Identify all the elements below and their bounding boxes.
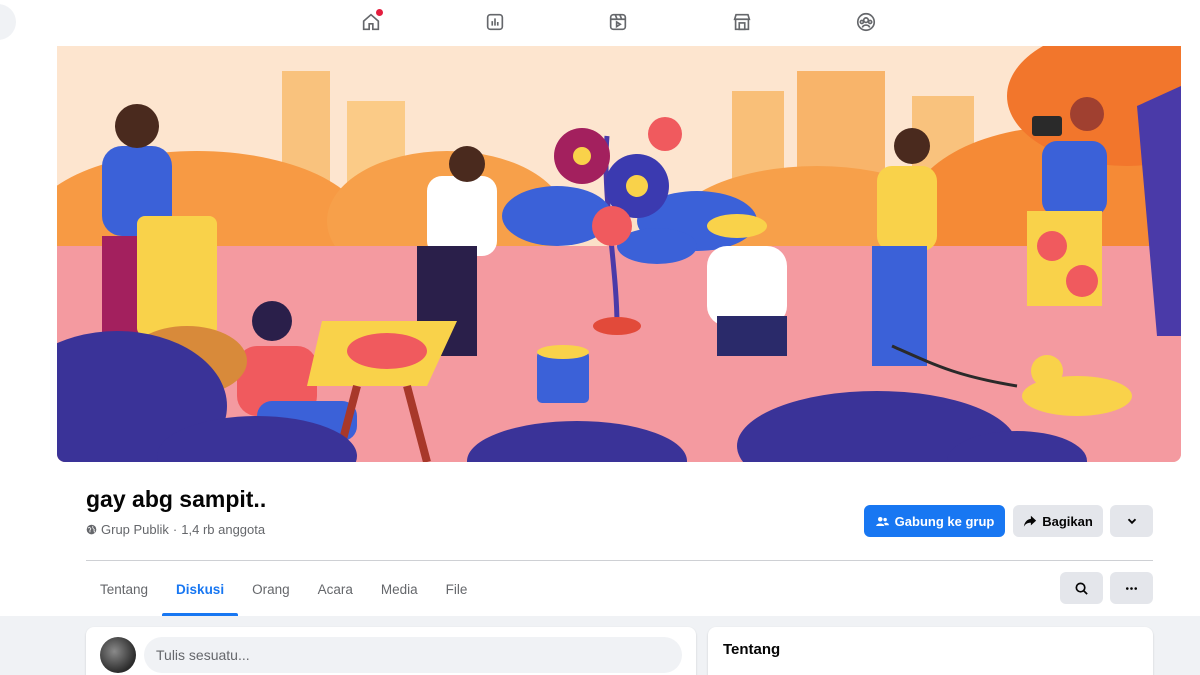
- avatar[interactable]: [100, 637, 136, 673]
- chevron-down-icon: [1127, 518, 1136, 525]
- group-meta: Grup Publik · 1,4 rb anggota: [86, 522, 265, 537]
- share-label: Bagikan: [1042, 513, 1093, 529]
- tab-file[interactable]: File: [432, 562, 482, 616]
- tab-diskusi[interactable]: Diskusi: [162, 562, 239, 616]
- groups-icon[interactable]: [852, 8, 880, 36]
- search-icon: [1075, 582, 1088, 595]
- share-button[interactable]: Bagikan: [1013, 505, 1103, 537]
- more-actions-button[interactable]: [1110, 572, 1153, 604]
- tab-acara[interactable]: Acara: [304, 562, 367, 616]
- group-name: gay abg sampit..: [86, 486, 267, 512]
- tab-media[interactable]: Media: [367, 562, 432, 616]
- home-icon[interactable]: [357, 8, 385, 36]
- group-tabs: Tentang Diskusi Orang Acara Media File: [86, 562, 481, 616]
- about-title: Tentang: [723, 641, 781, 658]
- member-count: 1,4 rb anggota: [181, 522, 266, 537]
- group-header: gay abg sampit.. Grup Publik · 1,4 rb an…: [0, 46, 1200, 616]
- top-navigation-bar: [0, 0, 1200, 46]
- cover-photo: [57, 46, 1181, 462]
- header-divider: [86, 560, 1153, 561]
- group-search-button[interactable]: [1060, 572, 1103, 604]
- about-card: Tentang: [708, 627, 1153, 675]
- globe-icon: [86, 524, 97, 535]
- post-composer: Tulis sesuatu...: [86, 627, 696, 675]
- join-group-button[interactable]: Gabung ke grup: [864, 505, 1005, 537]
- meta-separator: ·: [172, 522, 178, 537]
- add-people-icon: [875, 516, 889, 526]
- group-privacy: Grup Publik: [101, 522, 169, 537]
- marketplace-icon[interactable]: [728, 8, 756, 36]
- share-icon: [1024, 515, 1037, 527]
- search-button[interactable]: [0, 4, 16, 40]
- join-group-label: Gabung ke grup: [894, 513, 995, 529]
- notification-dot: [376, 9, 383, 16]
- tab-tentang[interactable]: Tentang: [86, 562, 162, 616]
- more-options-button[interactable]: [1110, 505, 1153, 537]
- video-icon[interactable]: [604, 8, 632, 36]
- composer-input[interactable]: Tulis sesuatu...: [144, 637, 682, 673]
- ellipsis-icon: [1125, 586, 1138, 590]
- chart-icon[interactable]: [481, 8, 509, 36]
- tab-orang[interactable]: Orang: [238, 562, 304, 616]
